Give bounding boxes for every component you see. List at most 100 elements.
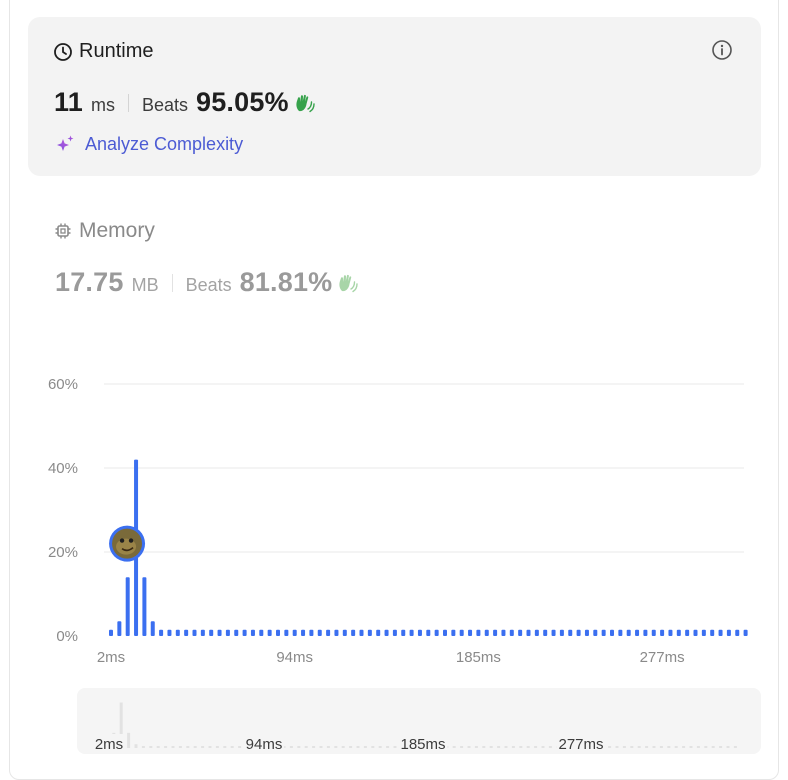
brush-bar [341,746,345,748]
bar [668,629,673,636]
brush-bar [193,746,197,748]
bar [242,629,247,636]
bar [685,629,690,636]
bar [142,577,147,636]
brush-bar [497,746,501,748]
bar [559,629,564,636]
brush-bar [334,746,338,748]
bar [409,629,414,636]
brush-bar [215,746,219,748]
brush-bar [149,746,153,748]
brush-bar [171,746,175,748]
bar [526,629,531,636]
brush-bar [326,746,330,748]
bar [276,629,280,636]
brush-bar [319,746,323,748]
bar [743,629,748,636]
brush-bar [511,746,515,748]
memory-beats-label: Beats [185,275,232,295]
brush-bar [386,746,390,748]
range-brush[interactable]: 2ms 94ms 185ms 277ms [77,688,761,754]
brush-bar [541,746,545,748]
brush-bar [349,746,353,748]
brush-bar [312,746,316,748]
brush-bar [637,746,641,748]
bar [434,629,439,636]
bar [459,629,464,636]
bar [125,577,130,636]
bar [217,629,222,636]
bar [267,629,272,636]
bar [334,629,339,636]
info-icon[interactable] [711,39,733,61]
bar [317,629,322,636]
bar [109,629,113,636]
x-tick-label: 277ms [640,649,685,666]
bar [718,629,723,636]
brush-bar [519,746,523,748]
brush-bar [504,746,508,748]
brush-bar [201,746,205,748]
brush-bar [630,746,634,748]
bar [392,629,397,636]
runtime-card[interactable]: Runtime 11 ms Beats 95.05% Analyze Compl… [28,17,761,176]
brush-bar [238,746,242,748]
clapping-hands-icon [293,92,315,114]
divider [127,93,129,112]
brush-bar [304,746,308,748]
brush-bar [608,746,612,748]
brush-bar [652,746,656,748]
bar [584,629,589,636]
bar [576,629,581,636]
memory-tab[interactable]: Memory [53,219,155,243]
bar [543,629,548,636]
y-tick-label: 60% [48,376,78,393]
bar [384,629,389,636]
bar [593,629,598,636]
runtime-distribution-chart[interactable]: 0% 20% 40% 60% 2ms 94ms 185ms 277ms [30,360,760,680]
brush-bar [659,746,663,748]
bar [342,629,347,636]
brush-svg: 2ms 94ms 185ms 277ms [93,702,737,753]
bar [184,629,189,636]
bar [726,629,731,636]
brush-tick-label: 185ms [400,736,445,753]
runtime-stats: 11 ms Beats 95.05% [54,87,315,118]
analyze-complexity-button[interactable]: Analyze Complexity [54,133,243,155]
bar [117,621,122,636]
clock-icon [53,42,73,62]
your-submission-marker[interactable] [109,525,146,562]
x-tick-label: 185ms [456,649,501,666]
bar [359,629,364,636]
brush-tick-label: 2ms [95,736,123,753]
bar [417,629,422,636]
clapping-hands-icon [336,272,359,294]
y-tick-label: 40% [48,460,78,477]
bar [509,629,514,636]
bar [610,629,614,636]
brush-bar [674,746,678,748]
bar [309,629,314,636]
brush-bar [622,746,626,748]
bar [468,629,473,636]
bar [426,629,431,636]
bar [518,629,523,636]
brush-bar [474,746,478,748]
bar [376,629,381,636]
bar [568,629,573,636]
brush-bar [356,746,360,748]
bar [167,629,172,636]
bar [200,629,205,636]
brush-bar [164,746,168,748]
brush-bar [460,746,464,748]
brush-bar [645,746,649,748]
brush-bar [726,746,730,748]
bar [234,629,239,636]
brush-bar [127,732,131,748]
bar [250,629,255,636]
runtime-title: Runtime [53,40,153,63]
brush-bar [156,746,160,748]
brush-bar [378,746,382,748]
bar [292,629,297,636]
bar [735,629,740,636]
